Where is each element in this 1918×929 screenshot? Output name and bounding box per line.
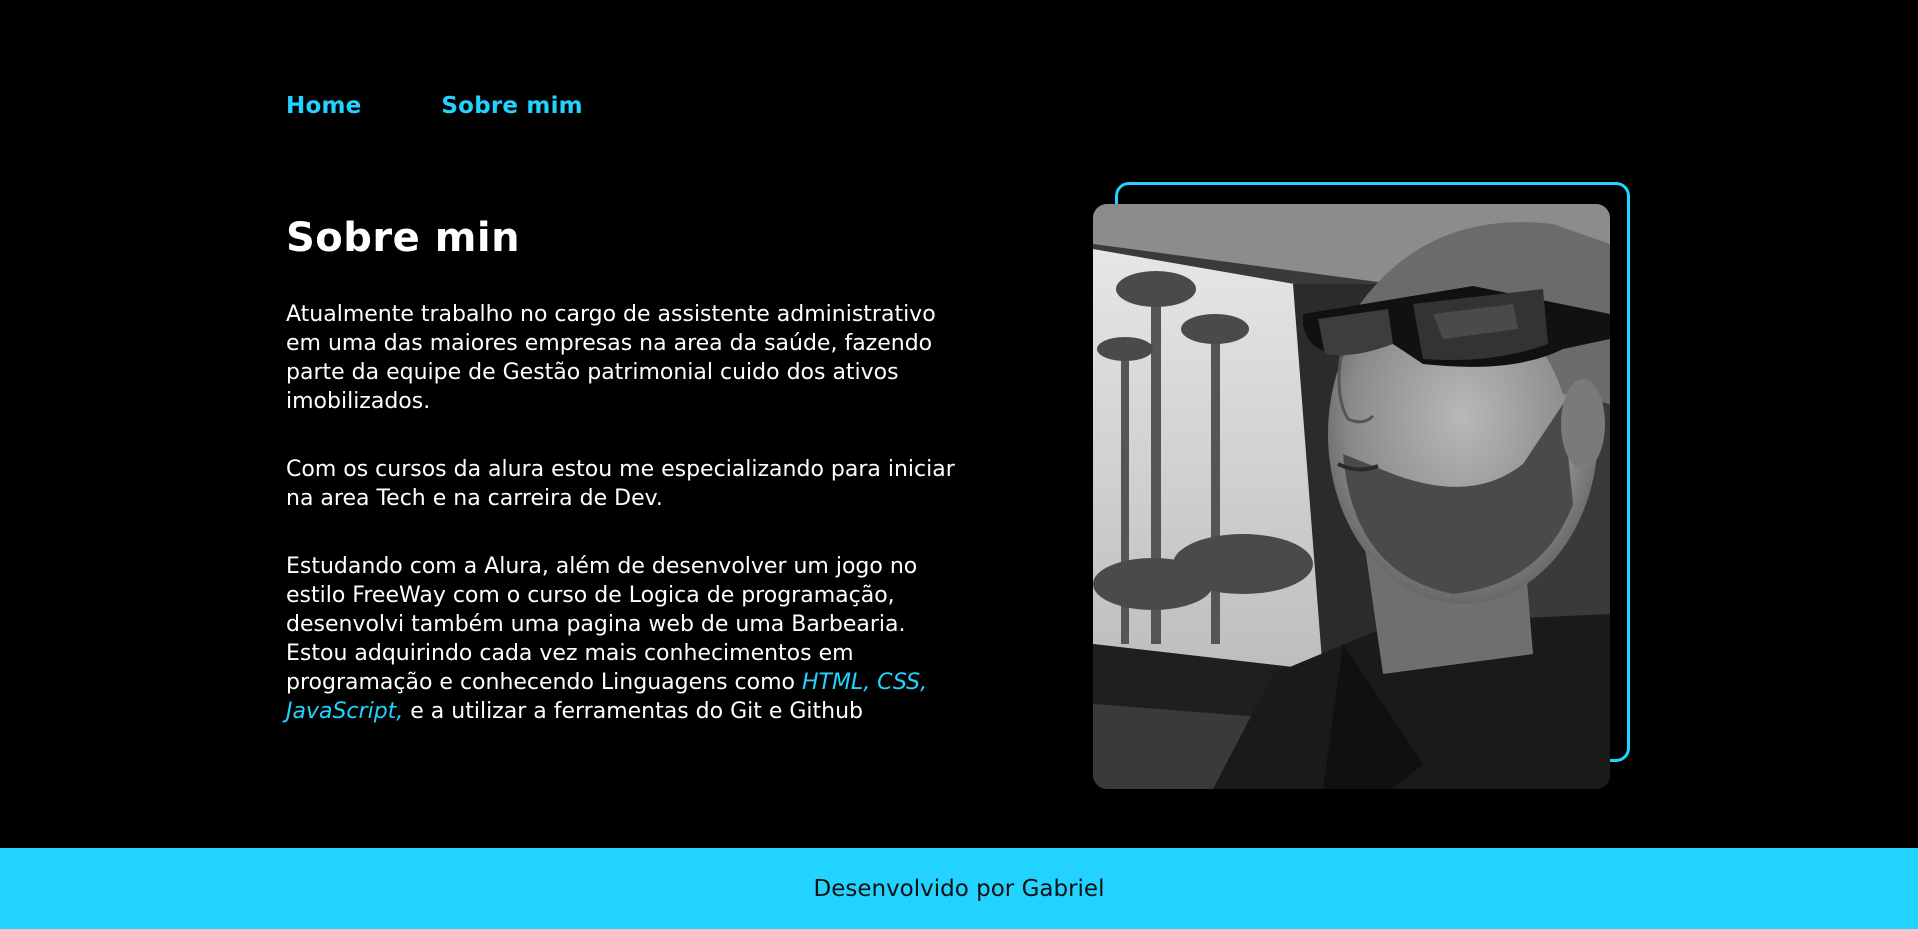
nav-link-home[interactable]: Home bbox=[286, 93, 361, 119]
profile-photo-image bbox=[1093, 204, 1610, 789]
profile-photo-container bbox=[1093, 182, 1630, 789]
footer: Desenvolvido por Gabriel bbox=[0, 848, 1918, 929]
profile-photo bbox=[1093, 204, 1610, 789]
page: Home Sobre mim Sobre min Atualmente trab… bbox=[0, 0, 1918, 929]
about-paragraph-3: Estudando com a Alura, além de desenvolv… bbox=[286, 552, 956, 726]
page-title: Sobre min bbox=[286, 215, 521, 261]
about-paragraph-2: Com os cursos da alura estou me especial… bbox=[286, 457, 955, 511]
top-nav: Home Sobre mim bbox=[286, 93, 583, 119]
footer-credit: Desenvolvido por Gabriel bbox=[813, 875, 1105, 902]
about-paragraph-3-end: e a utilizar a ferramentas do Git e Gith… bbox=[403, 699, 864, 724]
about-section: Sobre min Atualmente trabalho no cargo d… bbox=[286, 210, 956, 765]
about-paragraph-1: Atualmente trabalho no cargo de assisten… bbox=[286, 302, 936, 414]
nav-link-sobre-mim[interactable]: Sobre mim bbox=[441, 93, 582, 119]
